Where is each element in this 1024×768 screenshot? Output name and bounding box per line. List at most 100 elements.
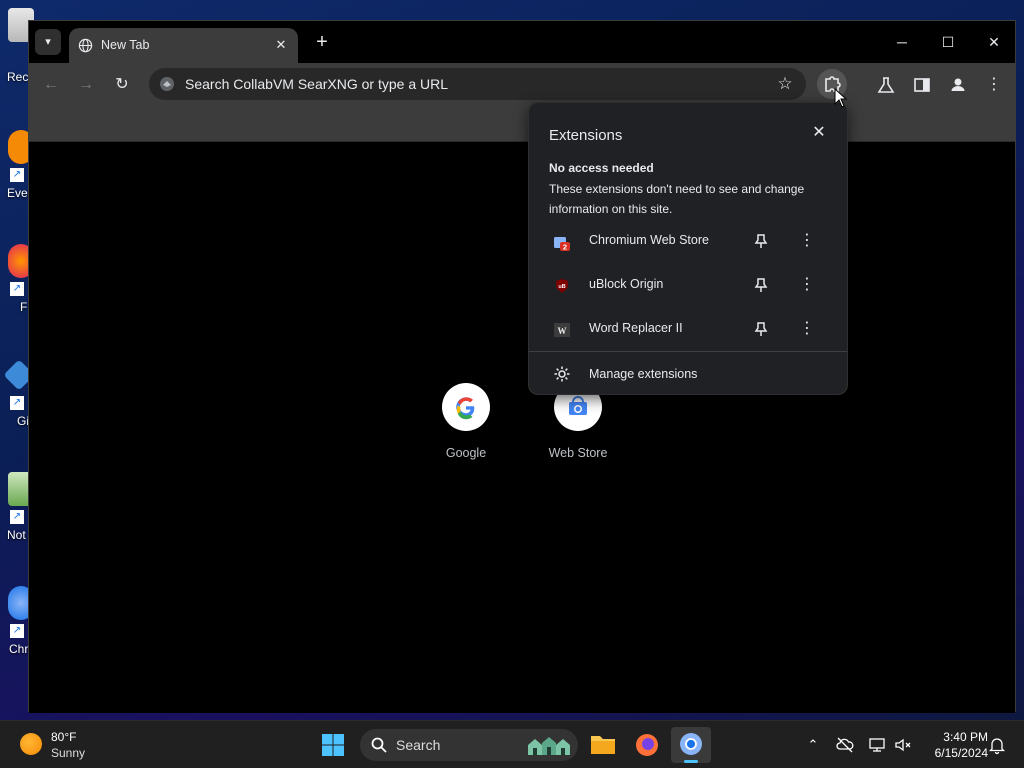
close-popup-button[interactable]: ✕ — [809, 123, 829, 143]
tab-search-button[interactable]: ▾ — [35, 29, 61, 55]
extension-name: Word Replacer II — [589, 321, 683, 335]
taskbar-search-label: Search — [396, 737, 441, 753]
shortcut-google[interactable]: Google — [410, 383, 522, 473]
shortcut-arrow-icon: ↗ — [10, 168, 24, 182]
onedrive-cloud-icon[interactable] — [835, 735, 855, 755]
more-vertical-icon[interactable]: ⋮ — [797, 231, 817, 251]
chromium-web-store-icon: 2 — [554, 237, 570, 252]
weather-condition[interactable]: Sunny — [51, 746, 85, 760]
address-bar[interactable]: Search CollabVM SearXNG or type a URL ☆ — [149, 68, 806, 100]
windows-start-icon[interactable] — [321, 733, 345, 757]
extension-badge-count: 2 — [563, 243, 567, 252]
tab-close-icon[interactable]: ✕ — [272, 36, 290, 54]
forward-button[interactable]: → — [72, 71, 100, 99]
search-icon — [371, 737, 387, 753]
plus-icon: + — [316, 31, 328, 53]
manage-extensions-label: Manage extensions — [589, 367, 698, 381]
profile-button[interactable] — [944, 71, 972, 99]
desktop-icon-label: Not — [7, 528, 26, 542]
address-bar-placeholder: Search CollabVM SearXNG or type a URL — [185, 76, 448, 92]
experiments-button[interactable] — [872, 71, 900, 99]
flask-icon — [877, 77, 895, 93]
side-panel-button[interactable] — [908, 71, 936, 99]
weather-temperature[interactable]: 80°F — [51, 730, 76, 744]
desktop-icon-git[interactable]: ↗ Gi — [0, 358, 35, 438]
clock-time[interactable]: 3:40 PM — [928, 730, 988, 744]
firefox-icon — [636, 734, 658, 756]
desktop-icon-label: Chr — [9, 642, 29, 656]
desktop-icon-label: Eve — [7, 186, 28, 200]
google-icon — [442, 383, 490, 431]
extension-name: uBlock Origin — [589, 277, 664, 291]
desktop-icon-label: F — [20, 300, 28, 314]
tab-strip: ▾ New Tab ✕ + ─ ☐ ✕ — [29, 21, 1015, 63]
shortcut-label: Google — [445, 446, 487, 460]
extension-row-chromium-web-store[interactable]: 2 Chromium Web Store ⋮ — [529, 221, 847, 261]
minimize-button[interactable]: ─ — [879, 27, 925, 57]
chevron-down-icon: ▾ — [45, 36, 51, 48]
extension-name: Chromium Web Store — [589, 233, 709, 247]
browser-menu-button[interactable]: ⋮ — [980, 71, 1008, 99]
desktop-icon-notepad[interactable]: ↗ Not — [0, 472, 34, 552]
tab-title: New Tab — [101, 38, 150, 52]
minimize-icon: ─ — [897, 34, 907, 50]
section-description: These extensions don't need to see and c… — [549, 182, 805, 216]
taskbar-chromium[interactable] — [671, 727, 711, 763]
ublock-origin-icon: uB — [556, 279, 568, 293]
desktop-icon-label: Rec — [7, 70, 29, 84]
svg-text:uB: uB — [558, 284, 565, 290]
browser-toolbar: ← → ↻ Search CollabVM SearXNG or type a … — [29, 63, 1015, 105]
more-vertical-icon[interactable]: ⋮ — [797, 275, 817, 295]
bookmark-star-icon[interactable]: ☆ — [774, 73, 796, 95]
folder-icon — [591, 736, 615, 754]
manage-extensions-button[interactable]: Manage extensions — [529, 357, 847, 391]
svg-text:W: W — [558, 326, 567, 336]
gear-icon — [554, 366, 570, 382]
bookmarks-bar — [29, 105, 1015, 142]
globe-icon — [78, 38, 93, 53]
word-replacer-icon: W — [554, 323, 570, 337]
section-title: No access needed — [549, 161, 654, 175]
mouse-cursor-icon — [834, 88, 848, 108]
desktop-icon-chromium[interactable]: ↗ Chr — [0, 586, 34, 666]
desktop-icon-everything[interactable]: ↗ Eve — [0, 130, 34, 210]
extensions-popup: Extensions ✕ No access needed These exte… — [528, 102, 848, 395]
search-highlight-houses-icon — [528, 737, 570, 755]
taskbar-firefox[interactable] — [627, 727, 667, 763]
show-hidden-icons-chevron-up-icon[interactable]: ⌃ — [803, 735, 823, 755]
pin-icon[interactable] — [751, 275, 771, 295]
shortcut-label: Web Store — [548, 446, 608, 460]
desktop-icon-recycle-bin[interactable]: Rec — [0, 8, 34, 88]
desktop-icon-firefox[interactable]: ↗ F — [0, 244, 34, 324]
extension-row-word-replacer[interactable]: W Word Replacer II ⋮ — [529, 309, 847, 349]
shortcut-arrow-icon: ↗ — [10, 282, 24, 296]
side-panel-icon — [914, 78, 930, 92]
new-tab-button[interactable]: + — [309, 29, 335, 55]
arrow-left-icon: ← — [43, 76, 59, 93]
taskbar-search-box[interactable]: Search — [360, 729, 578, 761]
taskbar-file-explorer[interactable] — [583, 727, 623, 763]
reload-icon: ↻ — [115, 76, 129, 93]
pin-icon[interactable] — [751, 231, 771, 251]
back-button[interactable]: ← — [37, 71, 65, 99]
close-window-button[interactable]: ✕ — [971, 27, 1017, 57]
arrow-right-icon: → — [78, 76, 94, 93]
notification-bell-icon[interactable] — [987, 735, 1007, 755]
shortcut-web-store[interactable]: Web Store — [522, 383, 634, 473]
browser-window: ▾ New Tab ✕ + ─ ☐ ✕ ← → ↻ Search CollabV… — [28, 20, 1016, 713]
close-icon: ✕ — [988, 34, 1000, 50]
pin-icon[interactable] — [751, 319, 771, 339]
popup-divider — [529, 351, 847, 352]
maximize-icon: ☐ — [941, 34, 955, 50]
more-vertical-icon[interactable]: ⋮ — [797, 319, 817, 339]
reload-button[interactable]: ↻ — [108, 71, 136, 99]
taskbar: 80°F Sunny Search ⌃ 3:40 PM 6/15/2024 — [0, 720, 1024, 768]
maximize-button[interactable]: ☐ — [925, 27, 971, 57]
search-engine-icon — [160, 77, 174, 91]
clock-date[interactable]: 6/15/2024 — [908, 746, 988, 760]
sun-icon[interactable] — [20, 733, 42, 755]
new-tab-page: Google Web Store — [29, 143, 1015, 713]
extension-row-ublock-origin[interactable]: uB uBlock Origin ⋮ — [529, 265, 847, 305]
tab-new-tab[interactable]: New Tab ✕ — [69, 28, 298, 63]
network-icon[interactable] — [867, 735, 887, 755]
